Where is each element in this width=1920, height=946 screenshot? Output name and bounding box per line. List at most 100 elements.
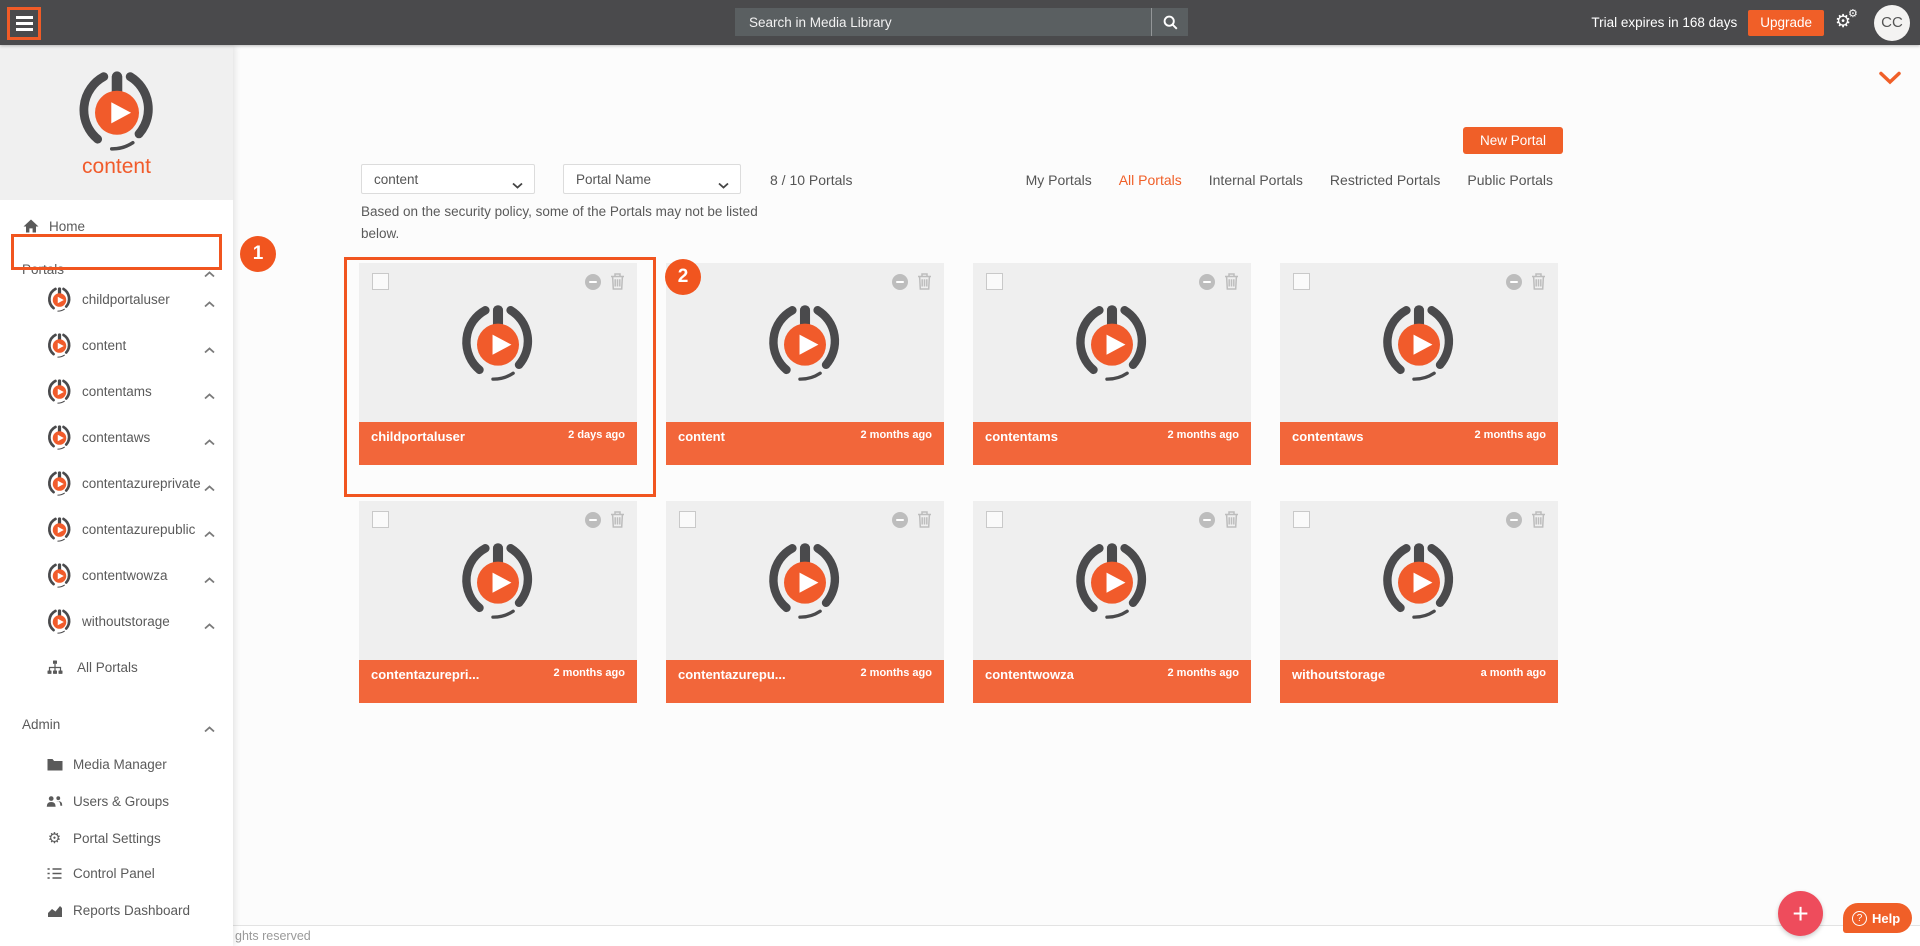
portal-name: contentaws xyxy=(1292,429,1364,465)
portal-checkbox[interactable] xyxy=(679,273,696,290)
chevron-up-icon[interactable] xyxy=(204,342,215,357)
portal-card-content[interactable]: content 2 months ago xyxy=(666,263,944,465)
brand-name: content xyxy=(82,155,151,179)
portal-updated-time: 2 months ago xyxy=(860,667,932,703)
sitemap-icon xyxy=(46,660,63,675)
tab-my-portals[interactable]: My Portals xyxy=(1026,172,1092,188)
tab-all-portals[interactable]: All Portals xyxy=(1119,172,1182,188)
portal-card-withoutstorage[interactable]: withoutstorage a month ago xyxy=(1280,501,1558,703)
user-avatar[interactable]: CC xyxy=(1874,5,1910,41)
trash-icon[interactable] xyxy=(1224,273,1239,290)
add-fab-button[interactable]: + xyxy=(1778,891,1823,936)
portal-mini-logo-icon xyxy=(46,470,73,497)
chevron-up-icon[interactable] xyxy=(204,526,215,541)
trash-icon[interactable] xyxy=(1224,511,1239,528)
collapse-chevron-down-icon[interactable] xyxy=(1879,71,1901,90)
portal-card-childportaluser[interactable]: childportaluser 2 days ago xyxy=(359,263,637,465)
deactivate-icon[interactable] xyxy=(1506,274,1522,290)
trash-icon[interactable] xyxy=(1531,511,1546,528)
deactivate-icon[interactable] xyxy=(892,512,908,528)
sidebar-item-portal-content[interactable]: content xyxy=(0,327,233,363)
sidebar-item-portal-contentams[interactable]: contentams xyxy=(0,373,233,409)
trash-icon[interactable] xyxy=(1531,273,1546,290)
sidebar-item-portal-contentazureprivate[interactable]: contentazureprivate xyxy=(0,465,233,501)
portal-updated-time: a month ago xyxy=(1481,667,1546,703)
trash-icon[interactable] xyxy=(610,511,625,528)
deactivate-icon[interactable] xyxy=(585,512,601,528)
search-bar xyxy=(735,8,1188,36)
chevron-up-icon[interactable] xyxy=(204,572,215,587)
gear-icon: ⚙ xyxy=(46,829,63,847)
deactivate-icon[interactable] xyxy=(1506,512,1522,528)
portal-checkbox[interactable] xyxy=(1293,511,1310,528)
chevron-down-icon xyxy=(512,177,523,192)
portal-checkbox[interactable] xyxy=(372,511,389,528)
portal-name: withoutstorage xyxy=(1292,667,1385,703)
portal-card-contentazureprivate[interactable]: contentazurepri... 2 months ago xyxy=(359,501,637,703)
sidebar-item-home[interactable]: Home xyxy=(0,208,233,244)
help-button[interactable]: ? Help xyxy=(1843,903,1912,933)
tab-internal-portals[interactable]: Internal Portals xyxy=(1209,172,1303,188)
chevron-up-icon[interactable] xyxy=(204,266,215,281)
portal-checkbox[interactable] xyxy=(986,511,1003,528)
chevron-up-icon[interactable] xyxy=(204,434,215,449)
chevron-up-icon[interactable] xyxy=(204,480,215,495)
new-portal-button[interactable]: New Portal xyxy=(1463,127,1563,154)
portal-card-contentazurepublic[interactable]: contentazurepu... 2 months ago xyxy=(666,501,944,703)
portal-name: contentazurepri... xyxy=(371,667,479,703)
brand-logo-icon xyxy=(73,67,161,155)
sidebar-item-portal-contentazurepublic[interactable]: contentazurepublic xyxy=(0,511,233,547)
sidebar-item-reports-dashboard[interactable]: Reports Dashboard xyxy=(0,892,233,928)
portal-name: content xyxy=(678,429,725,465)
deactivate-icon[interactable] xyxy=(1199,274,1215,290)
search-button[interactable] xyxy=(1151,8,1188,36)
portal-logo-panel[interactable]: content xyxy=(0,45,233,200)
portal-checkbox[interactable] xyxy=(372,273,389,290)
portal-name: childportaluser xyxy=(371,429,465,465)
chart-icon xyxy=(46,904,63,917)
sidebar-item-portal-withoutstorage[interactable]: withoutstorage xyxy=(0,603,233,639)
sidebar-item-portal-contentaws[interactable]: contentaws xyxy=(0,419,233,455)
portal-filter-select[interactable]: content xyxy=(361,164,535,194)
deactivate-icon[interactable] xyxy=(585,274,601,290)
sidebar-item-portal-childportaluser[interactable]: childportaluser xyxy=(0,281,233,317)
portal-logo-icon xyxy=(763,539,847,623)
sidebar-item-users-groups[interactable]: Users & Groups xyxy=(0,783,233,819)
sort-by-select[interactable]: Portal Name xyxy=(563,164,741,194)
sidebar-item-admin[interactable]: Admin xyxy=(0,706,233,742)
portal-card-contentwowza[interactable]: contentwowza 2 months ago xyxy=(973,501,1251,703)
settings-cogs-icon[interactable]: ⚙⚙ xyxy=(1835,9,1863,37)
hamburger-menu-icon[interactable] xyxy=(7,7,41,40)
chevron-up-icon[interactable] xyxy=(204,388,215,403)
chevron-up-icon[interactable] xyxy=(204,296,215,311)
sidebar-item-portal-settings[interactable]: ⚙ Portal Settings xyxy=(0,820,233,856)
portal-card-contentaws[interactable]: contentaws 2 months ago xyxy=(1280,263,1558,465)
portal-card-contentams[interactable]: contentams 2 months ago xyxy=(973,263,1251,465)
trash-icon[interactable] xyxy=(917,511,932,528)
sidebar-item-media-manager[interactable]: Media Manager xyxy=(0,746,233,782)
portal-mini-logo-icon xyxy=(46,608,73,635)
sidebar-item-control-panel[interactable]: Control Panel xyxy=(0,855,233,891)
portal-mini-logo-icon xyxy=(46,286,73,313)
deactivate-icon[interactable] xyxy=(1199,512,1215,528)
portal-checkbox[interactable] xyxy=(986,273,1003,290)
tab-restricted-portals[interactable]: Restricted Portals xyxy=(1330,172,1440,188)
trash-icon[interactable] xyxy=(610,273,625,290)
portal-checkbox[interactable] xyxy=(679,511,696,528)
portal-logo-icon xyxy=(763,301,847,385)
chevron-up-icon[interactable] xyxy=(204,618,215,633)
portal-logo-icon xyxy=(1070,301,1154,385)
sidebar-item-portal-contentwowza[interactable]: contentwowza xyxy=(0,557,233,593)
upgrade-button[interactable]: Upgrade xyxy=(1748,10,1824,36)
chevron-up-icon[interactable] xyxy=(204,721,215,736)
portal-updated-time: 2 months ago xyxy=(553,667,625,703)
portal-logo-icon xyxy=(1377,539,1461,623)
tab-public-portals[interactable]: Public Portals xyxy=(1467,172,1553,188)
portal-checkbox[interactable] xyxy=(1293,273,1310,290)
sidebar-item-all-portals[interactable]: All Portals xyxy=(0,649,233,685)
deactivate-icon[interactable] xyxy=(892,274,908,290)
search-input[interactable] xyxy=(735,8,1151,36)
portal-updated-time: 2 days ago xyxy=(568,429,625,465)
trash-icon[interactable] xyxy=(917,273,932,290)
portal-name: contentazurepu... xyxy=(678,667,786,703)
